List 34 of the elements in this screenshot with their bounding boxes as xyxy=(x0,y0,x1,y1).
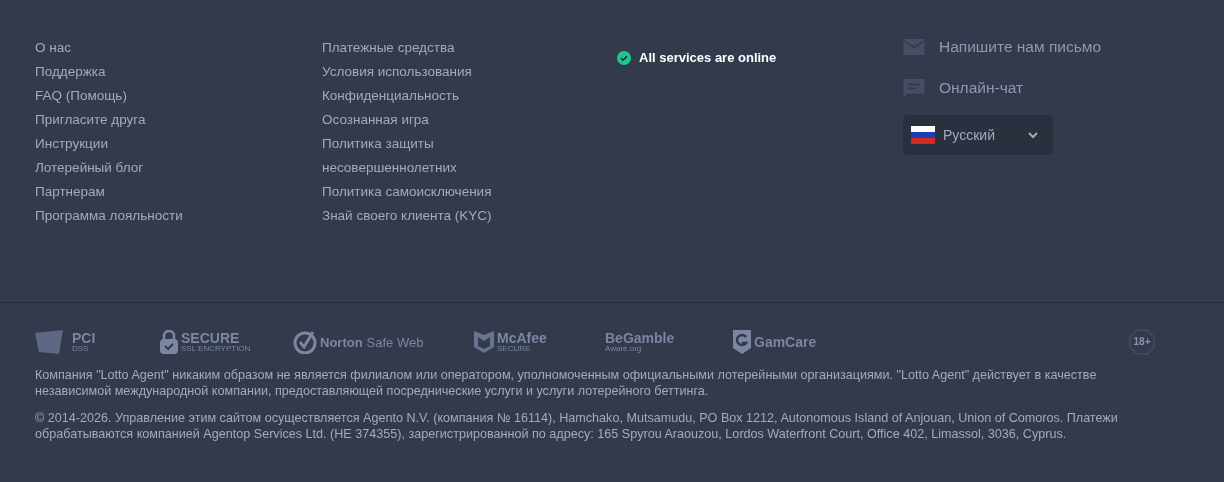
footer-link[interactable]: Инструкции xyxy=(35,132,108,156)
partner-logo: 18+ xyxy=(1129,329,1155,355)
contact-link[interactable]: Онлайн-чат xyxy=(939,76,1024,100)
copyright-text: © 2014-2026. Управление этим сайтом осуществляется Agento N.V. (компания № 16114), Hamchako, Mutsamudu, PO Box 1212, Autonomous Island of Anjouan, Union of Comoros. Платежи обрабатываются компанией Agentop Services Ltd. (HE 374355), зарегистрированной по адресу: 165 Spyrou Araouzou, Lordos Waterfront Court, Office 402, Limassol, 3036, Cyprus. xyxy=(35,410,1119,442)
footer-link[interactable]: Политика самоисключения xyxy=(322,180,492,204)
footer-link[interactable]: Платежные средства xyxy=(322,36,455,60)
partner-logo: BeGamble Aware.org xyxy=(605,331,675,353)
partner-logo: PCI DSS xyxy=(35,330,96,354)
footer-link[interactable]: Программа лояльности xyxy=(35,204,183,228)
footer-link[interactable]: Партнерам xyxy=(35,180,105,204)
footer-link[interactable]: Осознанная игра xyxy=(322,108,429,132)
partner-logo: Norton Safe Web xyxy=(293,330,424,354)
footer-link[interactable]: Знай своего клиента (KYC) xyxy=(322,204,492,228)
contact-link[interactable]: Напишите нам письмо xyxy=(939,35,1102,59)
disclaimer-text: Компания "Lotto Agent" никаким образом не является филиалом или оператором, уполномоченным официальными лотерейными организациями. "Lotto Agent" действует в качестве независимой международной компании, предоставляющей посреднические услуги и услуги лотерейного беттинга. xyxy=(35,367,1098,399)
footer-link[interactable]: Поддержка xyxy=(35,60,106,84)
partner-logo: McAfee SECURE xyxy=(474,331,547,353)
partner-logo: GamCare xyxy=(733,330,817,354)
footer-link[interactable]: О нас xyxy=(35,36,71,60)
footer-link[interactable]: несовершеннолетних xyxy=(322,156,457,180)
flag-icon xyxy=(911,126,935,144)
footer-link[interactable]: Пригласите друга xyxy=(35,108,146,132)
mail-icon xyxy=(903,37,925,57)
lock-icon xyxy=(160,330,178,354)
checkmark-icon xyxy=(293,330,317,354)
chevron-down-icon xyxy=(1027,131,1039,139)
footer-link[interactable]: FAQ (Помощь) xyxy=(35,84,127,108)
footer-link[interactable]: Лотерейный блог xyxy=(35,156,144,180)
footer-link[interactable]: Политика защиты xyxy=(322,132,434,156)
status-text: All services are online xyxy=(639,49,777,67)
footer-link[interactable]: Условия использования xyxy=(322,60,472,84)
partner-logo: SECURE SSL ENCRYPTION xyxy=(160,330,251,354)
footer-link[interactable]: Конфиденциальность xyxy=(322,84,459,108)
language-select[interactable]: Русский xyxy=(903,115,1053,155)
